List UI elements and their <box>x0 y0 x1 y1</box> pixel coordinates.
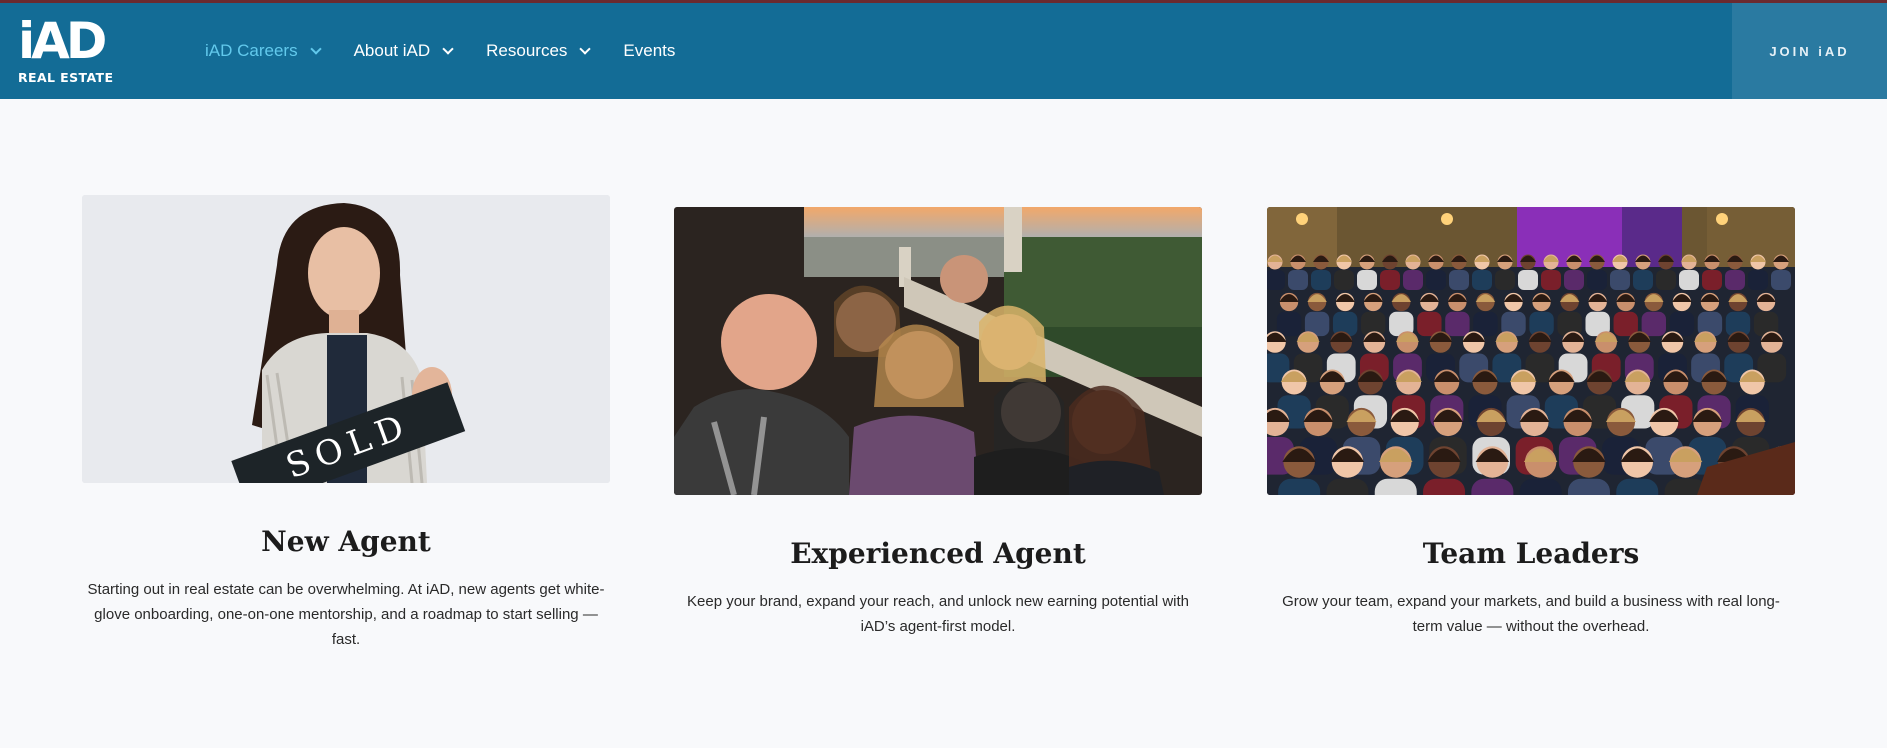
nav-item-resources[interactable]: Resources <box>486 41 592 61</box>
nav-item-label: iAD Careers <box>205 41 298 60</box>
nav-item-events[interactable]: Events <box>623 41 675 61</box>
iad-logo[interactable]: iAD REAL ESTATE <box>18 15 122 89</box>
main-nav: iAD Careers About iAD Resources Events <box>205 3 709 99</box>
nav-item-iad-careers[interactable]: iAD Careers <box>205 41 322 61</box>
logo-subtitle: REAL ESTATE <box>18 70 114 85</box>
chevron-down-icon <box>309 42 322 55</box>
nav-item-label: Resources <box>486 41 568 60</box>
card-description: Keep your brand, expand your reach, and … <box>687 593 1189 635</box>
nav-item-about-iad[interactable]: About iAD <box>353 41 454 61</box>
nav-item-label: Events <box>623 41 676 60</box>
card-description: Grow your team, expand your markets, and… <box>1282 593 1780 635</box>
logo-mark: iAD <box>18 12 107 70</box>
experienced-agent-photo[interactable] <box>674 207 1202 495</box>
join-iad-button[interactable]: JOIN iAD <box>1732 3 1887 99</box>
card-title: Experienced Agent <box>790 537 1086 570</box>
team-leaders-photo[interactable] <box>1267 207 1795 495</box>
chevron-down-icon <box>442 42 454 55</box>
card-title: Team Leaders <box>1422 537 1640 570</box>
card-title: New Agent <box>261 525 431 558</box>
new-agent-photo[interactable]: SOLD <box>82 195 610 483</box>
nav-item-label: About iAD <box>353 41 431 60</box>
card-description: Starting out in real estate can be overw… <box>87 581 605 648</box>
chevron-down-icon <box>579 42 592 55</box>
